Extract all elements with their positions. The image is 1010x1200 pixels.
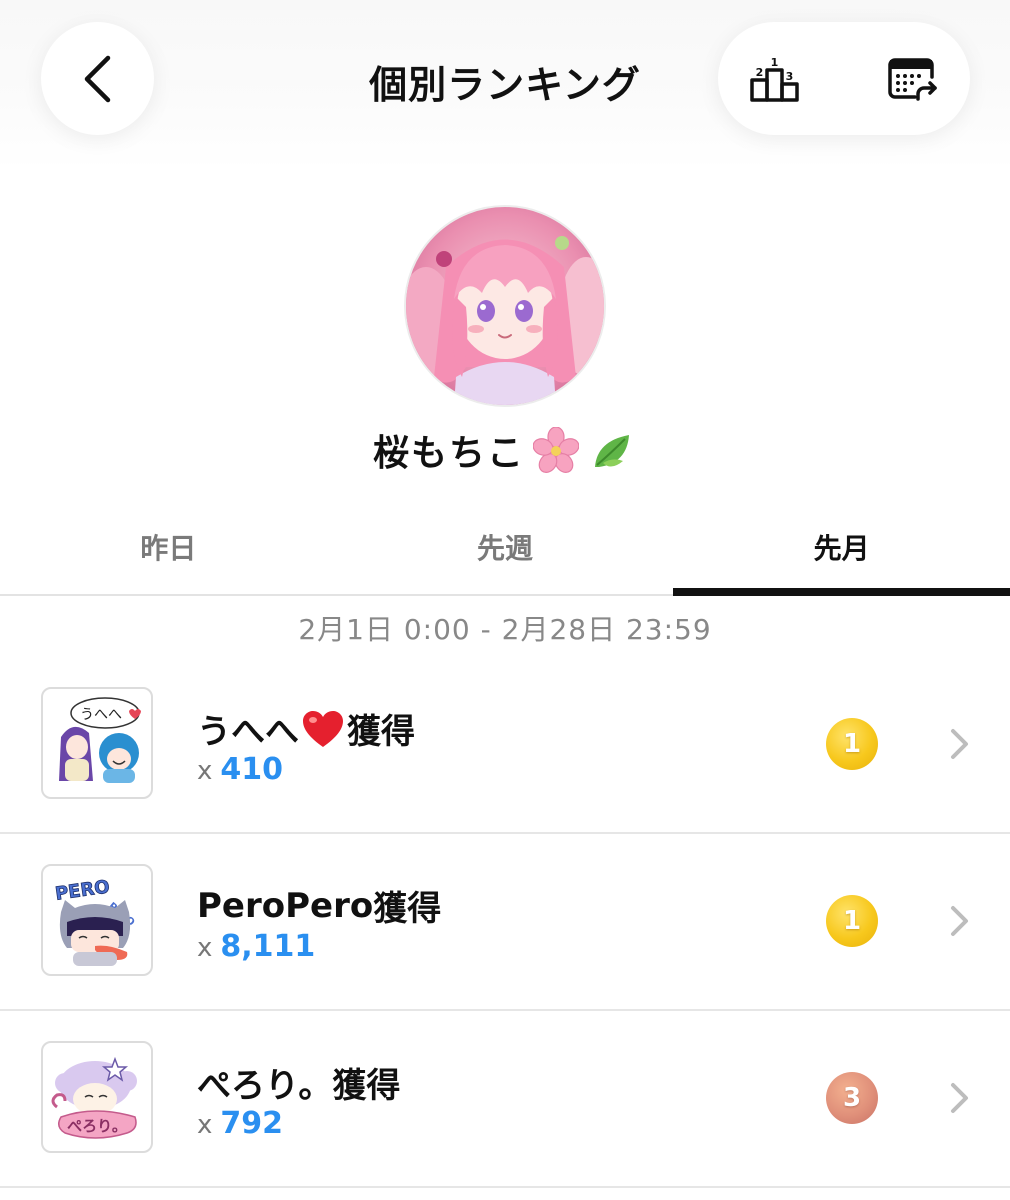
count-prefix: x [197,1110,213,1140]
cherry-blossom-icon [531,425,581,475]
ranking-row[interactable]: うへへ うへへ 獲得 x 410 1 [0,656,1010,834]
item-title-prefix: うへへ [197,712,299,752]
ranking-row[interactable]: PERO PERO PeroPero獲得 x8,111 1 [0,833,1010,1011]
count-prefix: x [197,756,213,786]
tab-last-month[interactable]: 先月 [673,504,1010,596]
calendar-share-icon [888,58,937,101]
profile-name-row: 桜もちこ [0,424,1010,476]
podium-label-1: 1 [771,56,779,69]
leaf-icon [587,425,637,475]
calendar-export-button[interactable] [882,50,942,110]
period-tabs: 昨日 先週 先月 [0,504,1010,596]
item-title-suffix: 獲得 [373,889,442,929]
header-actions-group: 1 2 3 [718,22,970,135]
date-range-label: 2月1日 0:00 - 2月28日 23:59 [298,613,712,646]
tab-last-week[interactable]: 先週 [337,504,674,594]
item-count: x 8,111 [197,929,315,964]
svg-text:うへへ: うへへ [80,707,122,723]
rank-medal: 1 [826,718,878,770]
profile-avatar [404,205,606,407]
chevron-left-icon [84,55,110,102]
podium-label-3: 3 [786,70,794,83]
ranking-podium-button[interactable]: 1 2 3 [744,50,804,110]
podium-icon: 1 2 3 [750,56,799,102]
item-count: x 792 [197,1106,283,1141]
svg-text:PERO: PERO [54,876,111,904]
perori-sticker-icon: ぺろり。 [51,1056,137,1139]
sticker-thumbnail: ぺろり。 [41,1041,153,1153]
peropero-sticker-icon: PERO PERO [53,876,136,966]
count-prefix: x [197,933,213,963]
item-title-suffix: 獲得 [332,1066,401,1106]
item-count: x 410 [197,752,283,787]
chevron-right-icon [944,903,974,939]
sticker-thumbnail: PERO PERO [41,864,153,976]
count-value: 792 [220,1106,284,1141]
count-value: 8,111 [220,929,316,964]
anime-girl-avatar-icon [406,236,604,405]
uhehe-sticker-icon: うへへ [59,697,141,783]
item-title-suffix: 獲得 [347,712,415,752]
item-title: うへへ 獲得 [197,704,415,753]
rank-medal: 1 [826,895,878,947]
page-title: 個別ランキング [369,63,641,107]
tab-yesterday[interactable]: 昨日 [0,504,337,594]
item-title-prefix: ぺろり。 [197,1066,333,1106]
ranking-row[interactable]: ぺろり。 ぺろり。 獲得 x 792 3 [0,1010,1010,1188]
count-value: 410 [220,752,284,787]
podium-label-2: 2 [756,66,764,79]
header-bar: 個別ランキング 1 2 3 [0,0,1010,170]
item-title: PeroPero 獲得 [197,881,441,930]
item-title: ぺろり。 獲得 [197,1058,400,1107]
heart-icon [303,710,343,747]
svg-text:ぺろり。: ぺろり。 [67,1117,127,1135]
profile-name: 桜もちこ [372,433,525,474]
rank-medal: 3 [826,1072,878,1124]
item-title-prefix: PeroPero [197,885,374,926]
sticker-thumbnail: うへへ [41,687,153,799]
back-button[interactable] [41,22,154,135]
chevron-right-icon [944,1080,974,1116]
chevron-right-icon [944,726,974,762]
